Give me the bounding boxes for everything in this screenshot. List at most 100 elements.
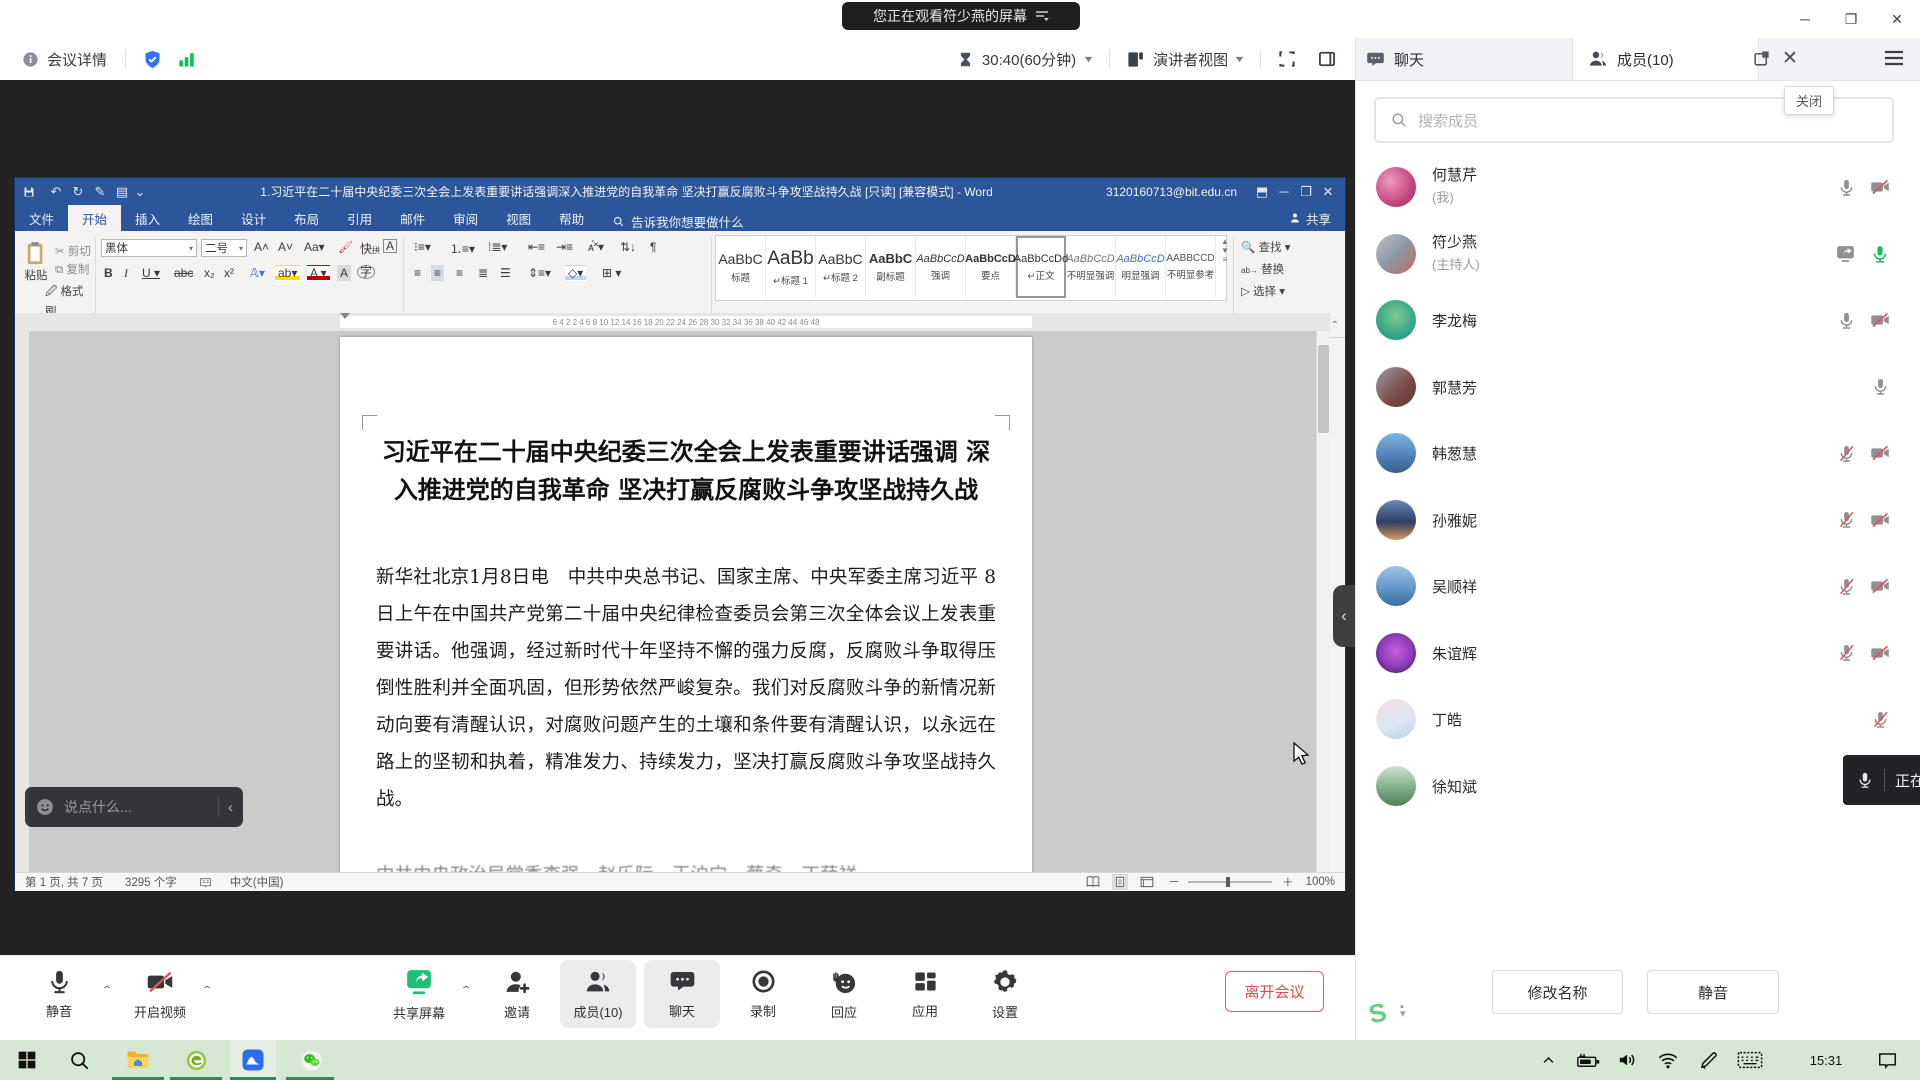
mic-muted-icon[interactable] <box>1837 444 1856 463</box>
print-layout-icon[interactable] <box>1112 874 1128 890</box>
document-page[interactable]: 习近平在二十届中央纪委三次全会上发表重要讲话强调 深入推进党的自我革命 坚决打赢… <box>340 337 1032 872</box>
read-mode-icon[interactable] <box>1086 876 1100 888</box>
taskbar-file-explorer-icon[interactable] <box>115 1040 161 1080</box>
tab-chat[interactable]: 聊天 <box>1366 38 1424 80</box>
collapse-chat-icon[interactable]: ‹ <box>228 799 233 816</box>
security-shield-icon[interactable] <box>142 49 163 70</box>
ribbon-tab-9[interactable]: 审阅 <box>439 205 492 231</box>
clear-format-icon[interactable]: 🖌 <box>335 239 356 255</box>
mic-muted-icon[interactable] <box>1871 710 1890 729</box>
align-right-icon[interactable]: ≡ <box>453 265 466 281</box>
change-case-icon[interactable]: Aa▾ <box>301 239 328 255</box>
mic-muted-icon[interactable] <box>1837 577 1856 596</box>
proofing-icon[interactable] <box>199 876 212 889</box>
ribbon-tab-11[interactable]: 帮助 <box>545 205 598 231</box>
toolbar-item-invite[interactable]: 邀请 <box>479 960 555 1028</box>
multilevel-list-icon[interactable]: ⁞≣▾ <box>485 239 510 255</box>
volume-icon[interactable] <box>1608 1040 1648 1080</box>
page-indicator[interactable]: 第 1 页, 共 7 页 <box>25 874 103 890</box>
rename-button[interactable]: 修改名称 <box>1492 970 1623 1014</box>
panel-collapse-handle[interactable]: ‹ <box>1333 585 1355 647</box>
align-center-icon[interactable]: ≡ <box>431 265 444 281</box>
ribbon-tab-4[interactable]: 绘图 <box>174 205 227 231</box>
indent-marker[interactable] <box>340 313 350 319</box>
enclose-char-icon[interactable]: A <box>383 239 397 253</box>
zoom-level[interactable]: 100% <box>1306 876 1335 888</box>
meeting-details-button[interactable]: 会议详情 <box>22 49 107 70</box>
ribbon-tab-7[interactable]: 引用 <box>333 205 386 231</box>
toolbar-chevron-icon[interactable]: ⌃ <box>101 985 114 996</box>
superscript-icon[interactable]: x² <box>221 265 237 281</box>
camera-muted-icon[interactable] <box>1870 576 1890 596</box>
cut-button[interactable]: ✂ 剪切 <box>55 243 91 259</box>
word-account[interactable]: 3120160713@bit.edu.cn <box>1106 185 1237 199</box>
number-list-icon[interactable]: ⒈≡▾ <box>447 239 478 258</box>
subscript-icon[interactable]: x₂ <box>201 265 218 281</box>
zoom-out-icon[interactable]: ─ <box>1170 876 1178 888</box>
panel-popout-icon[interactable] <box>1752 49 1771 68</box>
strikethrough-icon[interactable]: abc <box>171 265 196 281</box>
shrink-font-icon[interactable]: A˅ <box>275 239 296 255</box>
tell-me-box[interactable]: 告诉我你想要做什么 <box>612 212 744 231</box>
tray-expand-icon[interactable] <box>1530 1040 1566 1080</box>
member-row[interactable]: 何慧芹(我) <box>1355 154 1920 220</box>
word-maximize-icon[interactable]: ❐ <box>1295 184 1317 200</box>
bullet-list-icon[interactable]: ⁝≡▾ <box>411 239 434 255</box>
toolbar-chevron-icon[interactable]: ⌃ <box>201 985 214 996</box>
style-gallery-scroll[interactable]: ▲▼≡ <box>1219 237 1231 264</box>
emoji-icon[interactable] <box>35 797 55 817</box>
style-item[interactable]: AaBbCcD要点 <box>966 236 1016 298</box>
pen-icon[interactable] <box>1688 1040 1728 1080</box>
align-left-icon[interactable]: ≡ <box>411 265 424 281</box>
line-spacing-icon[interactable]: ⇕≡▾ <box>525 265 554 281</box>
member-row[interactable]: 孙雅妮 <box>1355 487 1920 553</box>
sort-pinyin-icon[interactable]: ᴀ́˟▾ <box>585 239 607 255</box>
sort-icon[interactable]: ⇅↓ <box>617 239 639 255</box>
word-close-icon[interactable]: ✕ <box>1317 184 1339 200</box>
toolbar-item-mic[interactable]: 静音 <box>21 960 97 1028</box>
sidebar-toggle-icon[interactable] <box>1317 49 1337 69</box>
mic-muted-icon[interactable] <box>1837 510 1856 529</box>
toolbar-item-apps[interactable]: 应用 <box>887 960 963 1028</box>
style-item[interactable]: AaBbC标题 <box>716 236 766 298</box>
increase-indent-icon[interactable]: ⇥≡ <box>553 239 576 255</box>
ribbon-tab-5[interactable]: 设计 <box>227 205 280 231</box>
justify-icon[interactable]: ≣ <box>475 265 491 281</box>
horizontal-ruler[interactable]: 6 4 2 2 4 6 8 10 12 14 16 18 20 22 24 26… <box>15 313 1330 331</box>
toolbar-item-members[interactable]: 成员(10) <box>560 960 636 1028</box>
style-item[interactable]: AaBbCcD不明显强调 <box>1066 236 1116 298</box>
watching-banner[interactable]: 您正在观看符少燕的屏幕 <box>842 2 1080 30</box>
show-marks-icon[interactable]: ¶ <box>647 239 659 255</box>
panel-close-icon[interactable]: ✕ <box>1782 47 1798 70</box>
panel-menu-icon[interactable] <box>1884 49 1904 67</box>
taskbar-meeting-app-icon[interactable] <box>230 1040 276 1080</box>
camera-muted-icon[interactable] <box>1870 643 1890 663</box>
camera-muted-icon[interactable] <box>1870 443 1890 463</box>
scrollbar-thumb[interactable] <box>1318 345 1329 433</box>
ribbon-tab-6[interactable]: 布局 <box>280 205 333 231</box>
word-minimize-icon[interactable]: ─ <box>1273 184 1295 199</box>
redo-icon[interactable]: ↻ <box>67 184 89 200</box>
fullscreen-icon[interactable] <box>1277 49 1297 69</box>
timer-dropdown-icon[interactable]: ▼ <box>1082 54 1094 64</box>
shading-color-icon[interactable]: ◇▾ <box>565 265 586 281</box>
toolbar-chevron-icon[interactable]: ⌃ <box>460 985 473 996</box>
ribbon-tab-3[interactable]: 插入 <box>121 205 174 231</box>
toolbar-item-settings[interactable]: 设置 <box>967 960 1043 1028</box>
taskbar-browser-icon[interactable] <box>173 1040 219 1080</box>
view-mode-selector[interactable]: 演讲者视图 <box>1153 49 1228 70</box>
start-button[interactable] <box>4 1040 50 1080</box>
text-effects-icon[interactable]: 𝔸▾ <box>247 265 268 281</box>
document-scrollbar[interactable] <box>1316 331 1330 872</box>
word-share-button[interactable]: 共享 <box>1289 205 1331 231</box>
network-signal-icon[interactable] <box>177 50 196 69</box>
taskbar-search-button[interactable] <box>56 1040 102 1080</box>
camera-muted-icon[interactable] <box>1870 177 1890 197</box>
grow-font-icon[interactable]: A˄ <box>251 239 272 255</box>
decrease-indent-icon[interactable]: ⇤≡ <box>525 239 548 255</box>
window-close-button[interactable]: ✕ <box>1880 6 1914 32</box>
phonetic-guide-icon[interactable]: 快拼 <box>357 239 383 258</box>
member-row[interactable]: 郭慧芳 <box>1355 354 1920 420</box>
find-button[interactable]: 🔍 查找 ▾ <box>1241 239 1290 255</box>
member-row[interactable]: 韩葱慧 <box>1355 420 1920 486</box>
